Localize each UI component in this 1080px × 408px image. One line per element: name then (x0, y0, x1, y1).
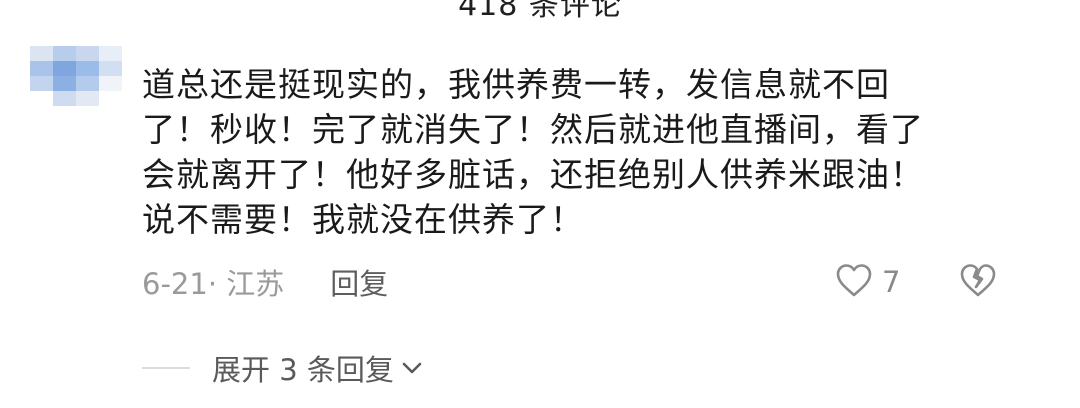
comment-body: 道总还是挺现实的，我供养费一转，发信息就不回 了！秒收！完了就消失了！然后就进他… (142, 62, 1032, 242)
reply-button[interactable]: 回复 (330, 261, 388, 303)
like-count: 7 (882, 265, 901, 299)
avatar[interactable] (30, 46, 122, 106)
comment-line: 会就离开了！他好多脏话，还拒绝别人供养米跟油！ (142, 155, 924, 194)
comment-count-title: 418 条评论 (458, 0, 622, 23)
divider-line (142, 367, 190, 369)
heart-outline-icon (834, 262, 874, 302)
broken-heart-icon (958, 262, 998, 302)
comment-line: 说不需要！我就没在供养了！ (142, 200, 584, 239)
expand-replies-label: 展开 3 条回复 (212, 353, 394, 387)
expand-replies-row: 展开 3 条回复 (142, 346, 424, 390)
comment-screen: 418 条评论 道总还是挺现实的，我供养费一转，发信息就不回 了！秒收！完了就消… (0, 0, 1080, 408)
comment-meta: 6-21· 江苏 回复 (142, 262, 388, 302)
dislike-button[interactable] (958, 262, 998, 302)
comment-date-location: 6-21· 江苏 (142, 267, 285, 301)
chevron-down-icon (400, 358, 424, 378)
comment-line: 道总还是挺现实的，我供养费一转，发信息就不回 (142, 65, 890, 104)
like-button[interactable]: 7 (834, 262, 900, 302)
comment-line: 了！秒收！完了就消失了！然后就进他直播间，看了 (142, 110, 924, 149)
expand-replies-button[interactable]: 展开 3 条回复 (212, 347, 424, 389)
